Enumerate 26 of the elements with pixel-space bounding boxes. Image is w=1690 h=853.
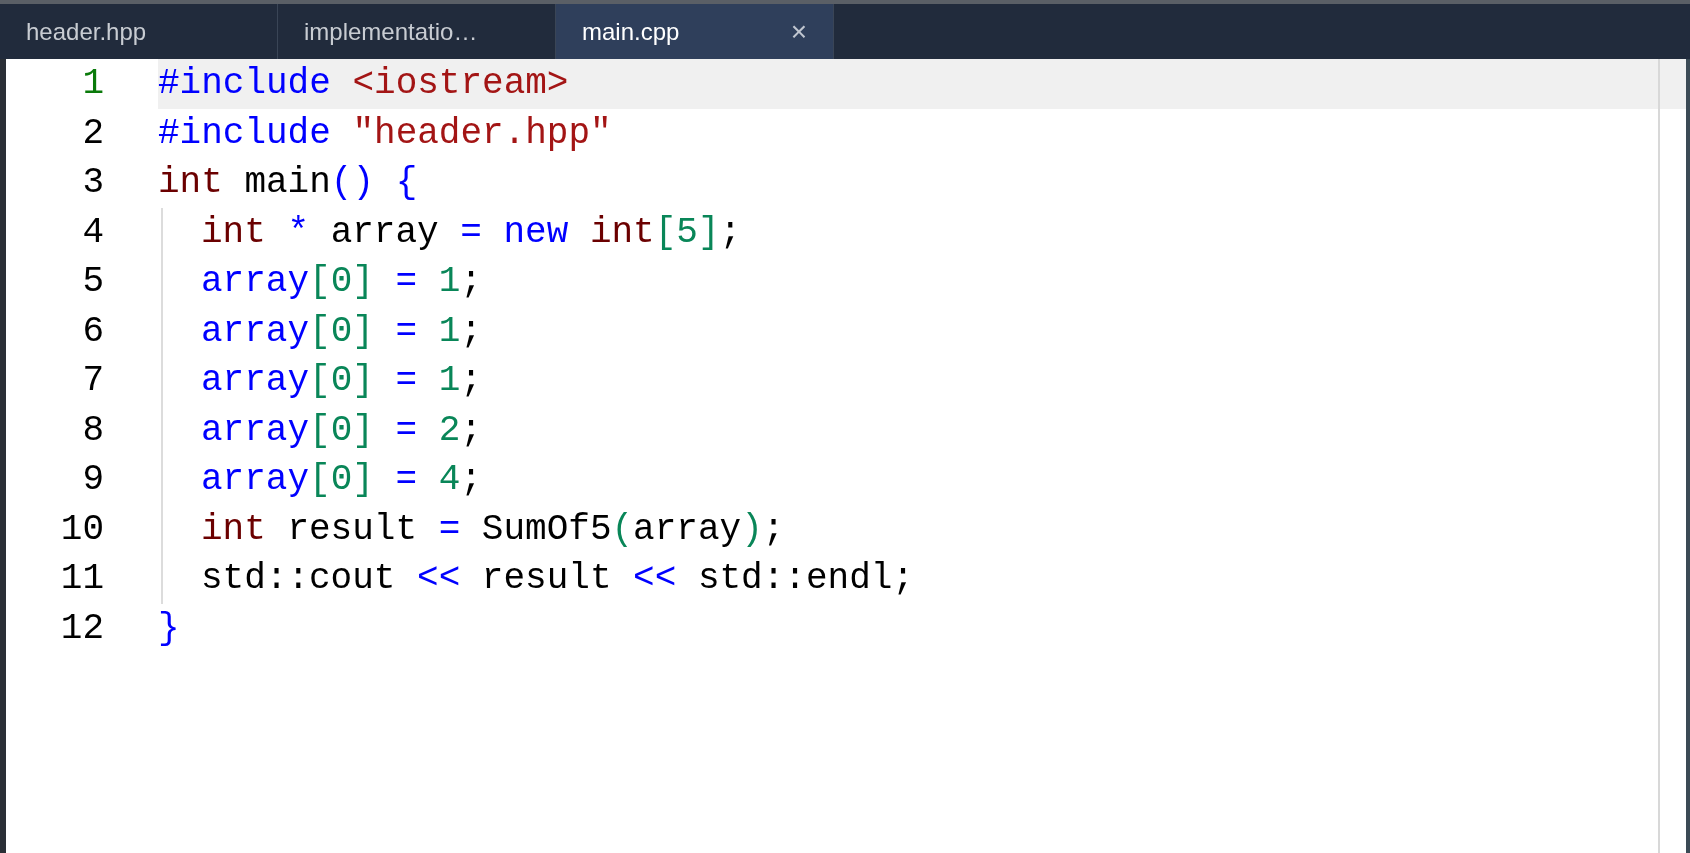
editor-tab[interactable]: main.cpp × (556, 4, 834, 59)
code-line: array[0] = 2; (201, 409, 482, 451)
line-number: 5 (81, 261, 104, 303)
line-number: 1 (81, 63, 104, 105)
code-line: #include <iostream> (158, 63, 569, 105)
line-number: 9 (81, 459, 104, 501)
line-number: 3 (81, 162, 104, 204)
code-line: array[0] = 1; (201, 310, 482, 352)
line-number: 10 (59, 508, 104, 550)
code-line: #include "header.hpp" (158, 112, 612, 154)
code-line: array[0] = 1; (201, 261, 482, 303)
line-number: 7 (81, 360, 104, 402)
line-number: 11 (59, 558, 104, 600)
line-number: 4 (81, 211, 104, 253)
line-number: 2 (81, 112, 104, 154)
line-number: 8 (81, 409, 104, 451)
line-number: 12 (59, 607, 104, 649)
code-line: array[0] = 4; (201, 459, 482, 501)
line-number: 6 (81, 310, 104, 352)
code-line: int * array = new int[5]; (201, 211, 742, 253)
close-icon[interactable]: × (790, 15, 807, 48)
code-line: int main() { (158, 162, 418, 204)
code-line: int result = SumOf5(array); (201, 508, 785, 550)
code-line: } (158, 607, 180, 649)
code-line: array[0] = 1; (201, 360, 482, 402)
code-line: std::cout << result << std::endl; (201, 558, 914, 600)
